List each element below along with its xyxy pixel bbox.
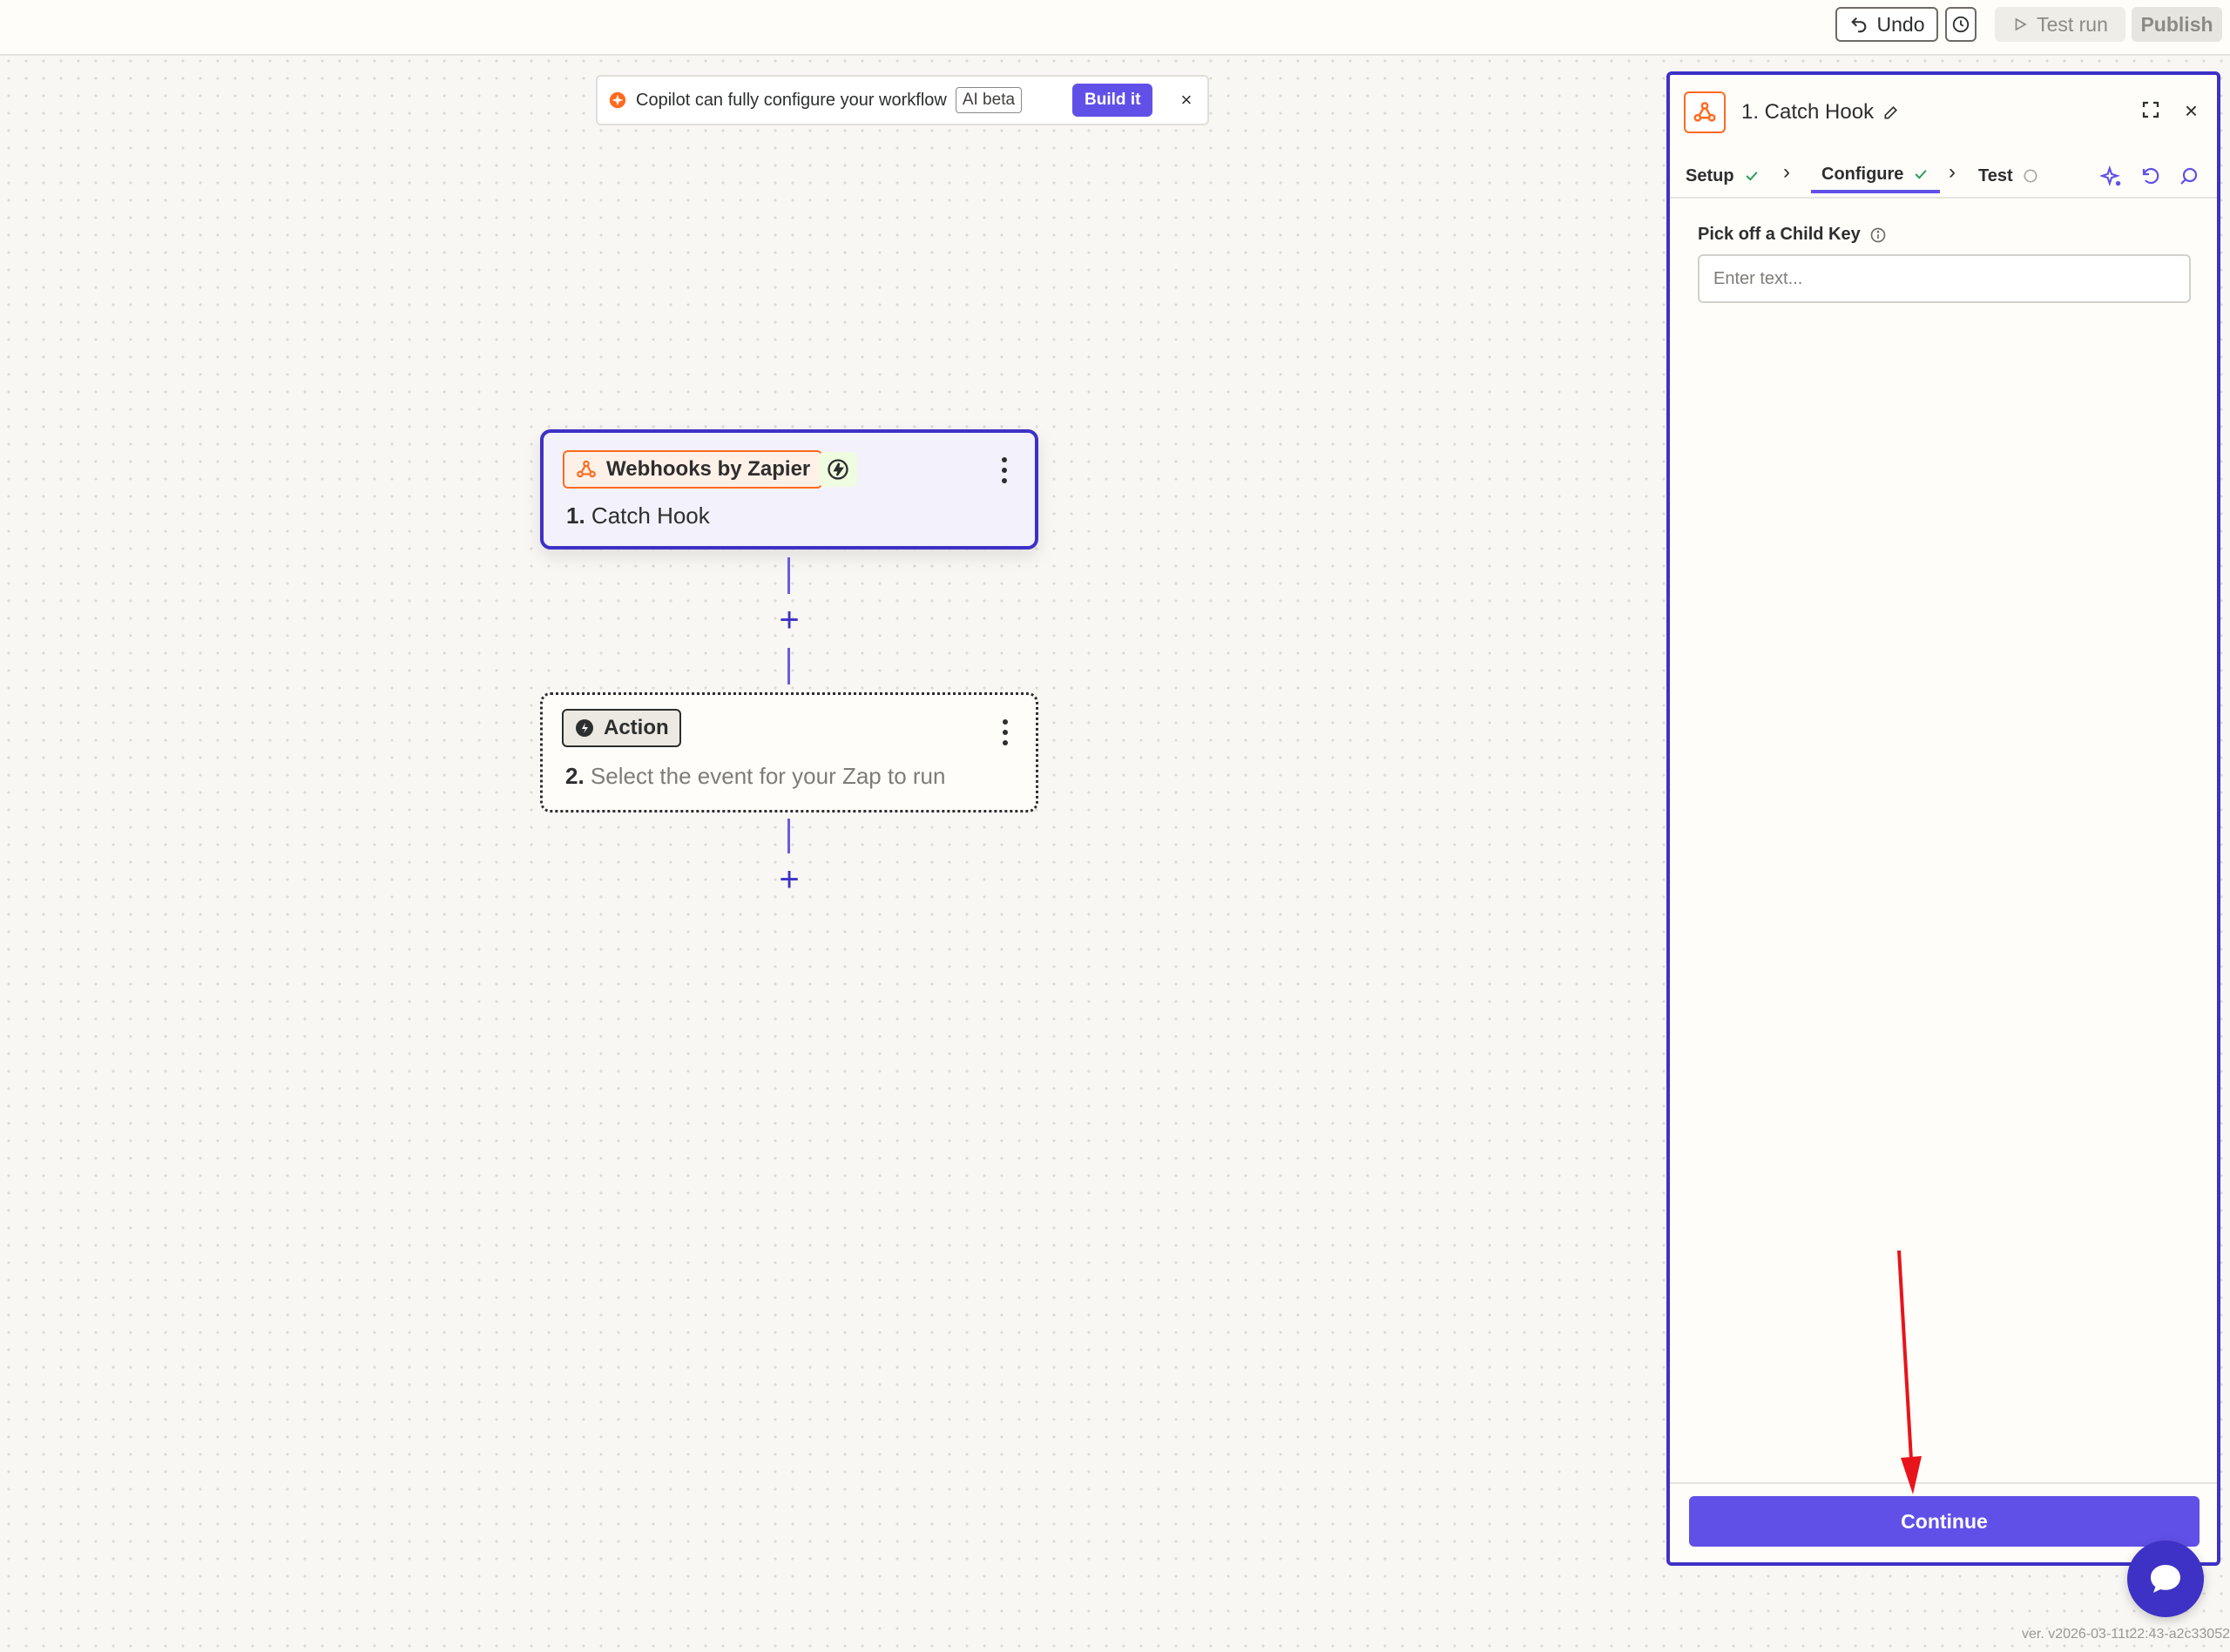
step-title: 1. Catch Hook <box>566 502 710 529</box>
info-icon[interactable] <box>1869 226 1887 244</box>
action-label: Action <box>604 716 669 739</box>
check-icon <box>1915 170 1928 179</box>
ai-sparkle-icon[interactable] <box>2100 165 2123 188</box>
app-chip: Webhooks by Zapier <box>563 450 823 489</box>
step-number: 2. <box>565 763 585 789</box>
play-icon <box>2015 17 2027 31</box>
pending-circle-icon <box>2024 169 2037 183</box>
tab-label: Setup <box>1686 165 1734 185</box>
trigger-badge <box>819 452 857 487</box>
step-name: Catch Hook <box>591 502 710 529</box>
panel-header: 1. Catch Hook × <box>1670 75 2217 150</box>
step-title: 2. Select the event for your Zap to run <box>565 763 945 790</box>
app-icon <box>1684 91 1726 133</box>
copilot-text: Copilot can fully configure your workflo… <box>636 90 947 110</box>
continue-button[interactable]: Continue <box>1689 1496 2200 1547</box>
more-options-icon[interactable] <box>1001 719 1010 745</box>
step-number: 1. <box>566 502 585 529</box>
chat-icon <box>2151 1565 2180 1593</box>
tab-test[interactable]: Test <box>1978 158 2039 193</box>
trigger-step-card[interactable]: Webhooks by Zapier 1. Catch Hook <box>540 429 1038 550</box>
history-icon <box>1952 16 1970 33</box>
copilot-spark-icon <box>609 91 626 109</box>
check-icon <box>1746 172 1758 181</box>
panel-tabs: Setup › Configure › Test <box>1670 150 2217 199</box>
connector-line <box>787 819 790 853</box>
child-key-input[interactable] <box>1698 254 2191 303</box>
connector-line <box>787 557 790 594</box>
step-editor-panel: 1. Catch Hook × Setup › Configure › Test… <box>1666 71 2220 1566</box>
panel-footer: Continue <box>1670 1482 2217 1562</box>
action-step-card[interactable]: Action 2. Select the event for your Zap … <box>540 692 1038 813</box>
version-history-button[interactable] <box>1945 7 1977 42</box>
action-chip: Action <box>562 709 681 747</box>
publish-button[interactable]: Publish <box>2132 7 2222 42</box>
undo-icon <box>1850 17 1866 33</box>
more-options-icon[interactable] <box>1000 457 1009 483</box>
tab-configure[interactable]: Configure <box>1811 158 1941 193</box>
step-name: Select the event for your Zap to run <box>590 763 946 789</box>
publish-label: Publish <box>2140 12 2213 36</box>
top-bar: Undo Test run Publish <box>0 0 2230 56</box>
test-run-button[interactable]: Test run <box>1995 7 2125 42</box>
build-it-button[interactable]: Build it <box>1072 84 1153 117</box>
app-name: Webhooks by Zapier <box>606 457 811 481</box>
webhook-icon <box>1693 102 1716 122</box>
add-step-button[interactable]: + <box>772 603 807 637</box>
expand-icon[interactable] <box>2140 99 2161 120</box>
tab-label: Test <box>1978 165 2013 185</box>
chevron-right-icon: › <box>1949 160 1956 184</box>
chat-support-button[interactable] <box>2127 1541 2204 1617</box>
action-icon <box>576 719 593 737</box>
undo-label: Undo <box>1876 12 1925 36</box>
test-run-label: Test run <box>2037 12 2108 36</box>
refresh-icon[interactable] <box>2140 165 2161 186</box>
search-icon[interactable] <box>2179 165 2200 186</box>
connector-line <box>787 648 790 684</box>
tab-label: Configure <box>1821 164 1904 184</box>
panel-title: 1. Catch Hook <box>1741 100 1875 124</box>
child-key-label: Pick off a Child Key <box>1698 225 1887 245</box>
copilot-banner: Copilot can fully configure your workflo… <box>596 75 1209 125</box>
pencil-icon[interactable] <box>1882 104 1900 121</box>
lightning-icon <box>828 459 848 480</box>
field-label-text: Pick off a Child Key <box>1698 225 1861 244</box>
version-label: ver. v2026-03-11t22:43-a2c33052 <box>2022 1627 2230 1642</box>
close-icon[interactable]: × <box>2185 98 2198 125</box>
close-icon[interactable]: × <box>1180 89 1192 111</box>
undo-button[interactable]: Undo <box>1835 7 1938 42</box>
ai-beta-badge: AI beta <box>955 87 1023 113</box>
chevron-right-icon: › <box>1783 160 1790 184</box>
add-step-button[interactable]: + <box>772 862 807 897</box>
tab-setup[interactable]: Setup <box>1686 158 1760 193</box>
webhook-icon <box>577 460 596 478</box>
